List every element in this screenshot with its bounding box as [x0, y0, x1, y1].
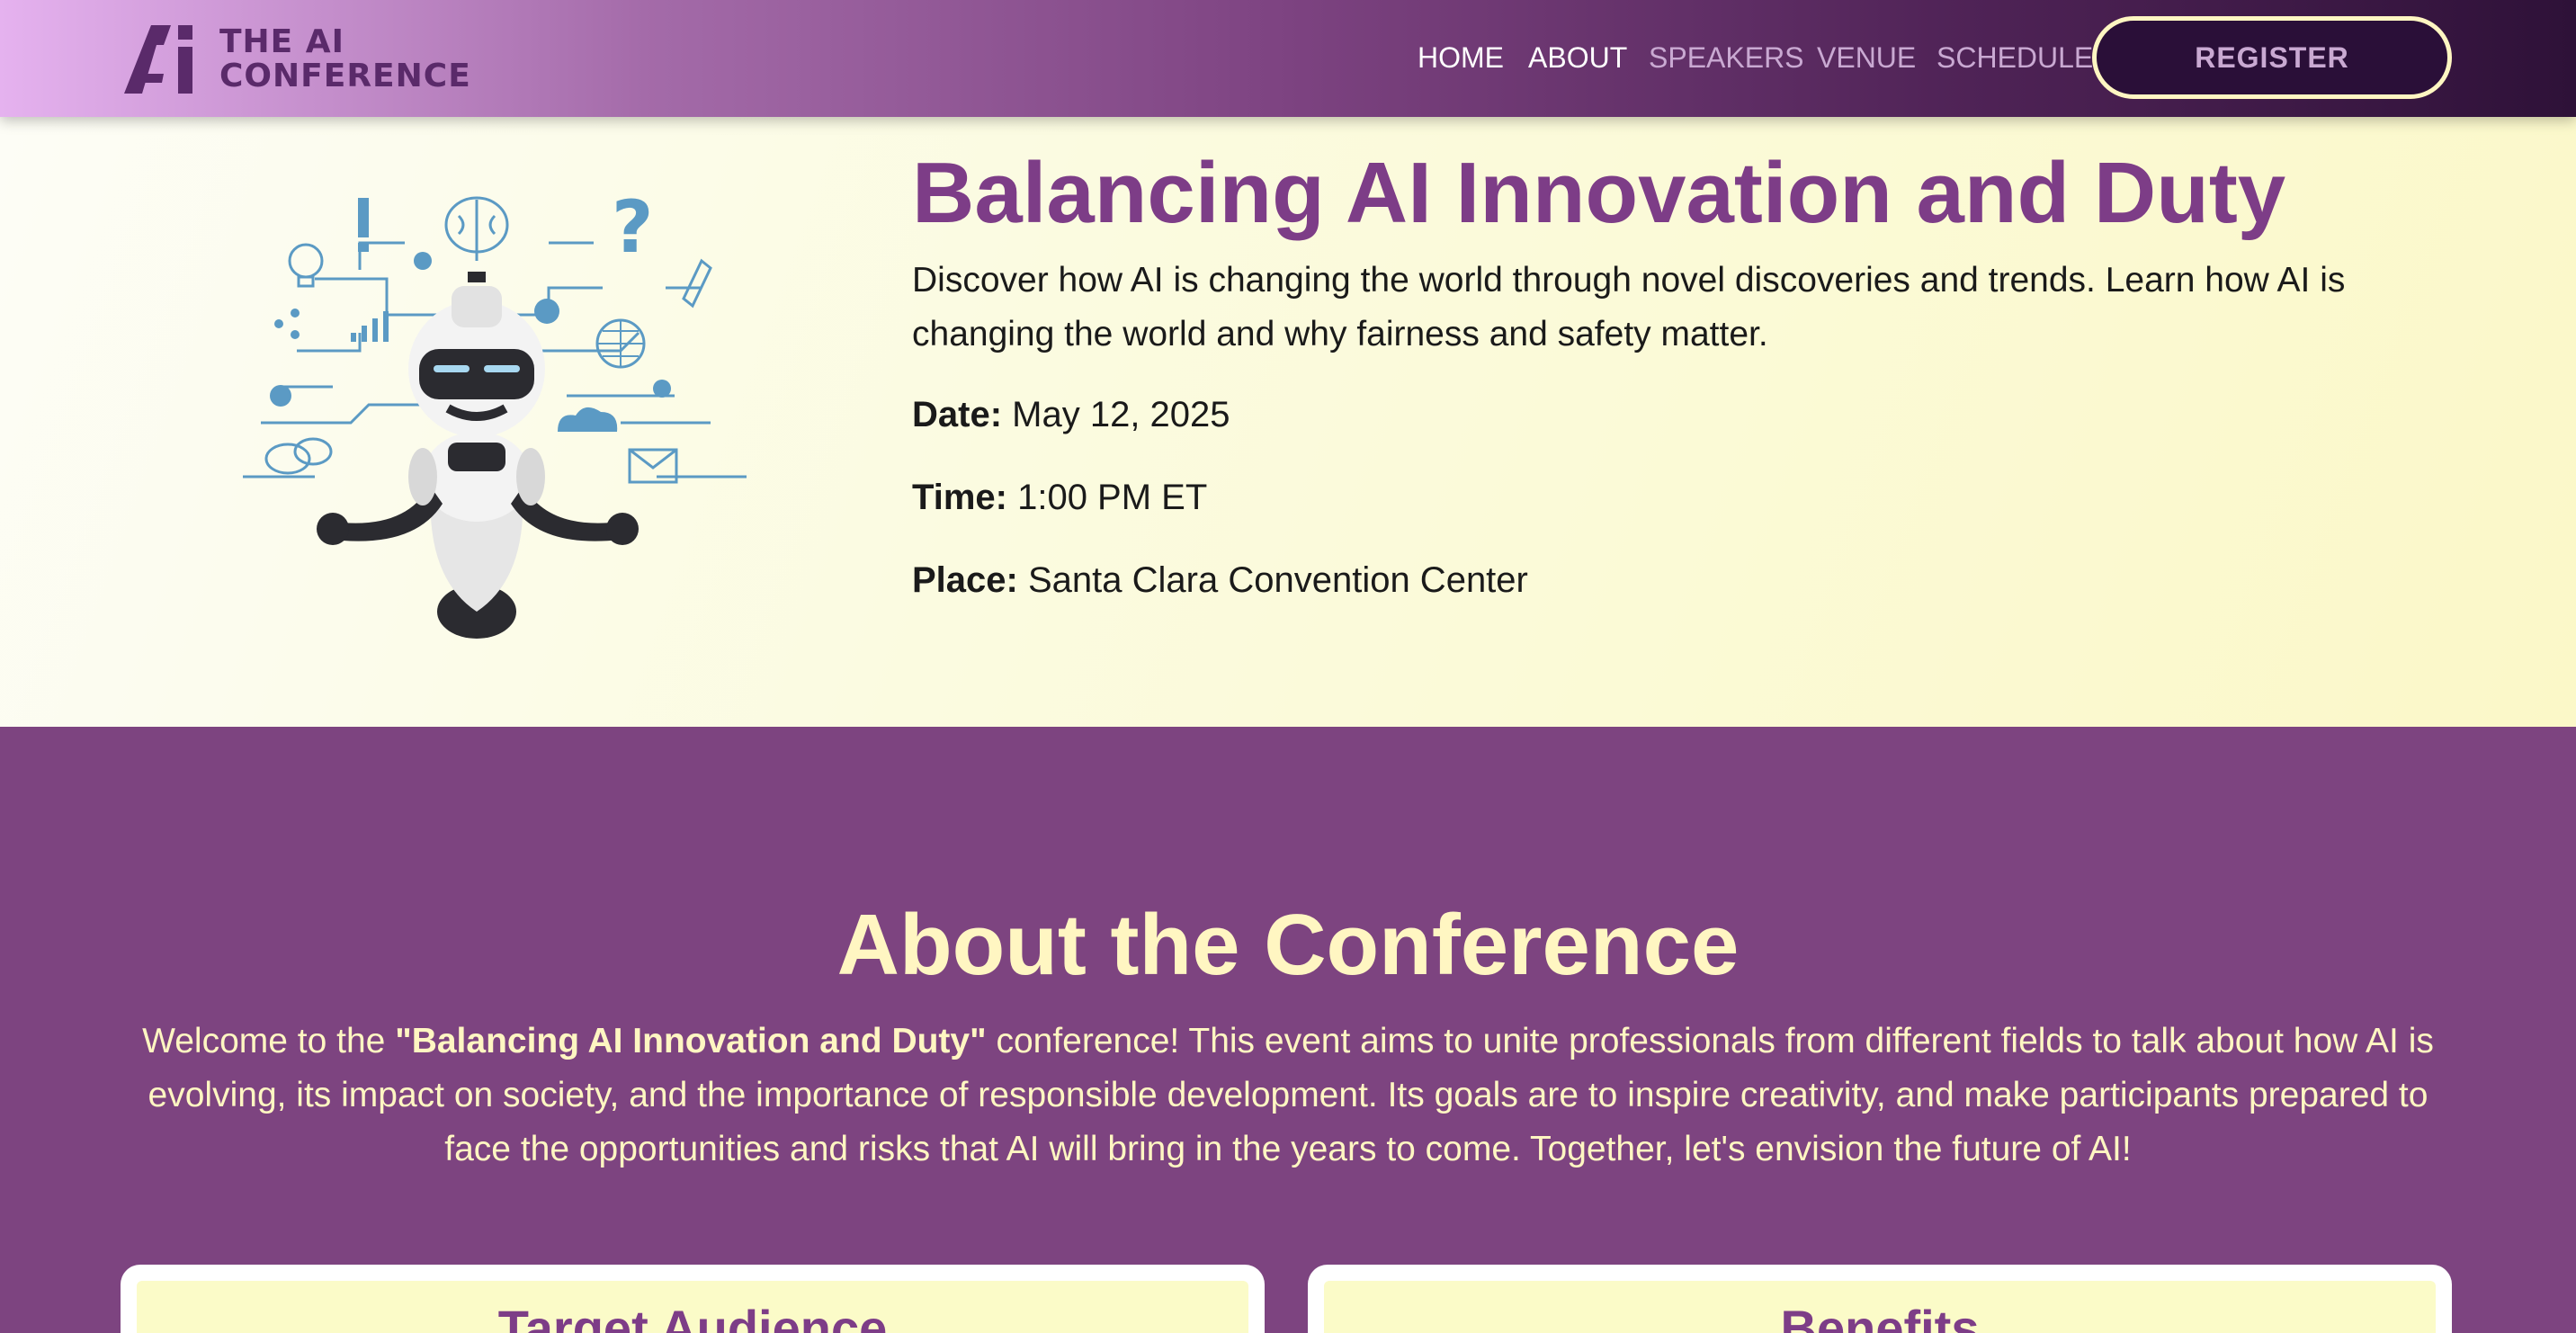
- time-label: Time:: [912, 478, 1007, 517]
- register-button[interactable]: REGISTER: [2092, 16, 2452, 99]
- gear-icon-4: [653, 380, 671, 398]
- date-label: Date:: [912, 395, 1003, 434]
- about-text: Welcome to the "Balancing AI Innovation …: [126, 1015, 2450, 1176]
- hero-section: ? Balancing AI Innovation and Duty Disco…: [0, 117, 2576, 727]
- nav-about[interactable]: ABOUT: [1528, 40, 1627, 76]
- nav-venue[interactable]: VENUE: [1817, 40, 1916, 76]
- card-target-audience: Target Audience: [121, 1265, 1265, 1333]
- exclamation-icon: [358, 198, 369, 237]
- gear-icon: [414, 252, 432, 270]
- about-section: About the Conference Welcome to the "Bal…: [0, 727, 2576, 1333]
- event-time: Time: 1:00 PM ET: [912, 475, 1207, 520]
- gear-icon-3: [270, 385, 291, 407]
- time-value: 1:00 PM ET: [1017, 478, 1208, 517]
- chat-icon: [264, 437, 333, 475]
- hero-description: Discover how AI is changing the world th…: [912, 261, 2346, 353]
- place-label: Place:: [912, 560, 1018, 600]
- about-title: About the Conference: [836, 897, 1740, 993]
- lightbulb-icon: [288, 243, 324, 279]
- gear-icon-2: [534, 299, 559, 324]
- network-icon: [274, 309, 300, 339]
- card-benefits-body: Benefits: [1324, 1281, 2436, 1333]
- event-date: Date: May 12, 2025: [912, 392, 1230, 437]
- card-target-audience-body: Target Audience: [137, 1281, 1248, 1333]
- nav-schedule[interactable]: SCHEDULE: [1936, 40, 2093, 76]
- card-title: Benefits: [1780, 1300, 1980, 1333]
- nav-speakers[interactable]: SPEAKERS: [1649, 40, 1804, 76]
- card-title: Target Audience: [497, 1300, 888, 1333]
- hero-title: Balancing AI Innovation and Duty: [912, 145, 2286, 241]
- site-logo[interactable]: THE AI CONFERENCE: [124, 22, 484, 95]
- robot-illustration: ?: [243, 189, 747, 639]
- event-place: Place: Santa Clara Convention Center: [912, 558, 1528, 603]
- site-header: THE AI CONFERENCE HOME ABOUT SPEAKERS VE…: [0, 0, 2576, 117]
- pencil-icon: [682, 258, 712, 309]
- ai-logo-icon: [124, 25, 192, 94]
- place-value: Santa Clara Convention Center: [1027, 560, 1528, 600]
- logo-wordmark: THE AI CONFERENCE: [219, 25, 471, 94]
- question-icon: ?: [612, 189, 653, 269]
- card-benefits: Benefits: [1308, 1265, 2452, 1333]
- date-value: May 12, 2025: [1012, 395, 1230, 434]
- logo-line-1: THE AI: [219, 23, 345, 60]
- about-text-highlight: "Balancing AI Innovation and Duty": [395, 1022, 987, 1060]
- bar-chart-icon: [351, 311, 389, 342]
- about-text-intro: Welcome to the: [142, 1022, 396, 1060]
- cloud-icon: [558, 407, 618, 432]
- nav-home[interactable]: HOME: [1418, 40, 1504, 76]
- logo-line-2: CONFERENCE: [219, 58, 471, 94]
